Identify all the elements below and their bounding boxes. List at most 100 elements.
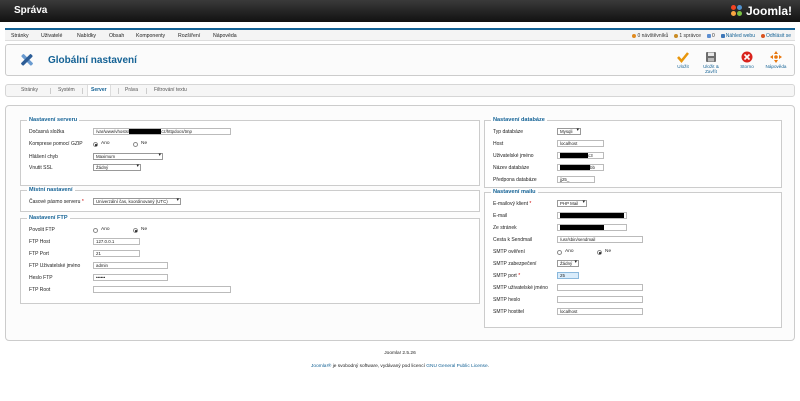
menu-item-menus[interactable]: Nabídky xyxy=(77,33,96,39)
mailer-label: E-mailový klient * xyxy=(493,201,532,207)
footer-version: Joomla! 2.5.26 xyxy=(384,351,416,356)
redacted-text xyxy=(560,165,590,170)
smtp-pass-input[interactable] xyxy=(557,296,643,303)
sendmail-input[interactable]: /usr/sbin/sendmail xyxy=(557,236,643,243)
save-close-button[interactable]: Uložit & Zavřít xyxy=(697,51,725,74)
mail-from-input[interactable] xyxy=(557,212,627,219)
smtp-user-input[interactable] xyxy=(557,284,643,291)
logout-link[interactable]: Odhlásit se xyxy=(760,33,791,39)
ftp-settings-legend: Nastavení FTP xyxy=(27,215,70,221)
locale-settings-legend: Místní nastavení xyxy=(27,187,75,193)
sendmail-label: Cesta k Sendmail xyxy=(493,237,533,243)
joomla-logo-icon xyxy=(730,5,743,17)
status-admins[interactable]: 1 správce xyxy=(674,33,701,39)
menu-item-components[interactable]: Komponenty xyxy=(136,33,165,39)
joomla-logo: Joomla! xyxy=(730,4,792,18)
smtp-host-input[interactable]: localhost xyxy=(557,308,643,315)
tab-server[interactable]: Server xyxy=(87,85,111,96)
gzip-no-label: Ne xyxy=(141,141,148,146)
help-button[interactable]: Nápověda xyxy=(762,51,790,69)
redacted-text xyxy=(560,153,588,158)
toolbar: Globální nastavení Uložit Uložit & Zavří… xyxy=(5,44,795,76)
force-ssl-select[interactable]: Žádný xyxy=(93,164,141,171)
tab-site[interactable]: Stránky xyxy=(18,85,41,96)
menu-item-users[interactable]: Uživatelé xyxy=(41,33,62,39)
ftp-enable-yes-label: Ano xyxy=(101,227,110,232)
db-type-select[interactable]: Mysqli xyxy=(557,128,581,135)
visitors-icon xyxy=(632,34,637,38)
db-user-input[interactable]: c3 xyxy=(557,152,604,159)
status-visitors[interactable]: 0 návštěvníků xyxy=(632,33,668,39)
db-prefix-label: Předpona databáze xyxy=(493,177,537,183)
view-site-link[interactable]: Náhled webu xyxy=(720,33,755,39)
ftp-port-label: FTP Port xyxy=(29,251,49,257)
smtp-pass-label: SMTP heslo xyxy=(493,297,521,303)
gzip-yes-radio[interactable] xyxy=(93,142,98,147)
cancel-icon xyxy=(741,51,753,63)
config-tabs: Stránky Systém Server Práva Filtrování t… xyxy=(5,84,795,97)
smtp-user-label: SMTP uživatelské jméno xyxy=(493,285,548,291)
ftp-settings-fieldset: Nastavení FTP Povolit FTP Ano Ne FTP Hos… xyxy=(20,215,480,304)
database-settings-legend: Nastavení databáze xyxy=(491,117,547,123)
save-button[interactable]: Uložit xyxy=(669,51,697,69)
temp-path-label: Dočasná složka xyxy=(29,129,65,135)
ftp-port-input[interactable]: 21 xyxy=(93,250,140,257)
mail-settings-legend: Nastavení mailu xyxy=(491,189,538,195)
check-icon xyxy=(677,51,689,63)
logout-icon xyxy=(760,34,765,38)
error-reporting-select[interactable]: Maximum xyxy=(93,153,163,160)
preview-icon xyxy=(720,34,725,38)
help-icon xyxy=(770,51,782,63)
status-mail[interactable]: 0 xyxy=(707,33,715,39)
ftp-pass-input[interactable]: •••••• xyxy=(93,274,168,281)
mail-icon xyxy=(707,34,712,38)
ftp-host-input[interactable]: 127.0.0.1 xyxy=(93,238,140,245)
db-name-label: Název databáze xyxy=(493,165,530,171)
gzip-no-radio[interactable] xyxy=(133,142,138,147)
server-settings-fieldset: Nastavení serveru Dočasná složka /var/ww… xyxy=(20,117,480,186)
db-type-label: Typ databáze xyxy=(493,129,524,135)
gpl-license-link[interactable]: GNU General Public License xyxy=(426,364,487,369)
config-form: Nastavení serveru Dočasná složka /var/ww… xyxy=(5,105,795,341)
ftp-root-input[interactable] xyxy=(93,286,231,293)
ftp-user-label: FTP Uživatelské jméno xyxy=(29,263,81,269)
from-name-input[interactable] xyxy=(557,224,627,231)
ftp-enable-no-radio[interactable] xyxy=(133,228,138,233)
ftp-enable-yes-radio[interactable] xyxy=(93,228,98,233)
tab-permissions[interactable]: Práva xyxy=(122,85,141,96)
menu-item-content[interactable]: Obsah xyxy=(109,33,124,39)
server-settings-legend: Nastavení serveru xyxy=(27,117,80,123)
smtp-port-label: SMTP port * xyxy=(493,273,521,279)
db-name-input[interactable]: bb xyxy=(557,164,604,171)
smtp-auth-no-radio[interactable] xyxy=(597,250,602,255)
ftp-root-label: FTP Root xyxy=(29,287,51,293)
floppy-icon xyxy=(705,51,717,63)
menu-item-extensions[interactable]: Rozšíření xyxy=(178,33,200,39)
smtp-auth-yes-label: Ano xyxy=(565,249,574,254)
cancel-button[interactable]: Storno xyxy=(733,51,761,69)
menu-item-help[interactable]: Nápověda xyxy=(213,33,237,39)
timezone-label: Časové pásmo serveru * xyxy=(29,199,84,205)
mailer-select[interactable]: PHP Mail xyxy=(557,200,587,207)
locale-settings-fieldset: Místní nastavení Časové pásmo serveru * … xyxy=(20,187,480,212)
db-host-input[interactable]: localhost xyxy=(557,140,604,147)
db-user-label: Uživatelské jméno xyxy=(493,153,534,159)
redacted-text xyxy=(560,213,624,218)
mail-settings-fieldset: Nastavení mailu E-mailový klient * PHP M… xyxy=(484,189,782,328)
redacted-text xyxy=(560,225,604,230)
smtp-port-input[interactable]: 25 xyxy=(557,272,579,279)
ftp-pass-label: Heslo FTP xyxy=(29,275,53,281)
smtp-secure-select[interactable]: Žádný xyxy=(557,260,579,267)
tab-system[interactable]: Systém xyxy=(55,85,78,96)
joomla-link[interactable]: Joomla!® xyxy=(311,364,331,369)
temp-path-input[interactable]: /var/www/vhosts/cz/httpdocs/tmp xyxy=(93,128,231,135)
smtp-auth-yes-radio[interactable] xyxy=(557,250,562,255)
db-host-label: Host xyxy=(493,141,504,147)
joomla-logo-text: Joomla! xyxy=(745,4,792,18)
ftp-user-input[interactable]: admin xyxy=(93,262,168,269)
timezone-select[interactable]: Univerzální čas, koordinovaný (UTC) xyxy=(93,198,181,205)
smtp-host-label: SMTP hostitel xyxy=(493,309,525,315)
tab-text-filters[interactable]: Filtrování textu xyxy=(151,85,190,96)
menu-item-site[interactable]: Stránky xyxy=(11,33,29,39)
db-prefix-input[interactable]: jj25_ xyxy=(557,176,595,183)
